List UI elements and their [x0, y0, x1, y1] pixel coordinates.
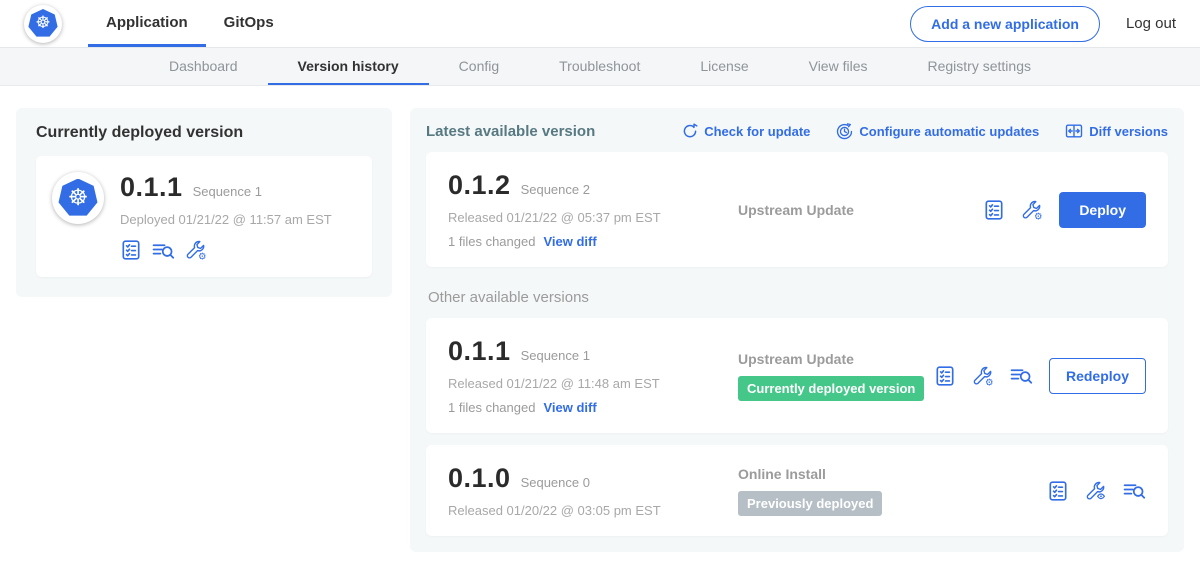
latest-available-heading: Latest available version [426, 123, 682, 140]
top-nav: ☸ Application GitOps Add a new applicati… [0, 0, 1200, 48]
tab-gitops[interactable]: GitOps [206, 0, 292, 47]
view-logs-icon[interactable] [1010, 365, 1033, 386]
deployed-version-card: ☸ 0.1.1 Sequence 1 Deployed 01/21/22 @ 1… [36, 156, 372, 277]
release-notes-icon[interactable] [1047, 480, 1069, 502]
edit-config-icon[interactable]: ⚙ [1021, 199, 1043, 221]
sequence-label: Sequence 2 [521, 182, 590, 197]
tab-dashboard[interactable]: Dashboard [139, 48, 268, 85]
edit-config-icon[interactable]: ⚙ [972, 365, 994, 387]
tab-version-history[interactable]: Version history [268, 48, 429, 85]
version-card-0-1-2: 0.1.2 Sequence 2 Released 01/21/22 @ 05:… [426, 152, 1168, 267]
previously-deployed-badge: Previously deployed [738, 491, 882, 516]
view-logs-icon[interactable] [152, 240, 175, 261]
refresh-icon [682, 123, 698, 139]
svg-text:⚙: ⚙ [1034, 211, 1043, 221]
version-source-label: Upstream Update [738, 202, 983, 218]
version-history-panel: Latest available version Check for updat… [410, 108, 1184, 552]
released-date: Released 01/21/22 @ 11:48 am EST [448, 376, 738, 391]
tab-troubleshoot[interactable]: Troubleshoot [529, 48, 670, 85]
check-for-update-link[interactable]: Check for update [682, 123, 810, 139]
app-logo: ☸ [24, 0, 62, 47]
released-date: Released 01/21/22 @ 05:37 pm EST [448, 210, 738, 225]
diff-icon [1065, 122, 1083, 140]
edit-config-icon[interactable]: ⚙ [185, 239, 207, 261]
tab-license[interactable]: License [670, 48, 778, 85]
header-right: Add a new application Log out [910, 0, 1176, 47]
svg-text:⚙: ⚙ [985, 377, 994, 387]
sequence-label: Sequence 1 [521, 348, 590, 363]
view-diff-link[interactable]: View diff [543, 400, 596, 415]
release-notes-icon[interactable] [120, 239, 142, 261]
deployed-version-number: 0.1.1 [120, 172, 183, 203]
app-sub-nav: Dashboard Version history Config Trouble… [0, 48, 1200, 86]
tab-application[interactable]: Application [88, 0, 206, 47]
diff-versions-link[interactable]: Diff versions [1065, 122, 1168, 140]
deploy-button[interactable]: Deploy [1059, 192, 1146, 228]
app-icon: ☸ [52, 172, 104, 224]
main-content: Currently deployed version ☸ 0.1.1 Seque… [0, 86, 1200, 564]
other-versions-heading: Other available versions [428, 289, 1168, 306]
tab-view-files[interactable]: View files [779, 48, 898, 85]
version-source-label: Upstream Update [738, 351, 934, 367]
sequence-label: Sequence 0 [521, 475, 590, 490]
deployed-date: Deployed 01/21/22 @ 11:57 am EST [120, 212, 332, 227]
released-date: Released 01/20/22 @ 03:05 pm EST [448, 503, 738, 518]
tab-registry-settings[interactable]: Registry settings [898, 48, 1061, 85]
release-notes-icon[interactable] [934, 365, 956, 387]
header-tabs: Application GitOps [88, 0, 292, 47]
files-changed-label: 1 files changed [448, 400, 535, 415]
logout-button[interactable]: Log out [1126, 15, 1176, 32]
release-notes-icon[interactable] [983, 199, 1005, 221]
currently-deployed-badge: Currently deployed version [738, 376, 924, 401]
version-number: 0.1.1 [448, 336, 511, 367]
version-card-0-1-1: 0.1.1 Sequence 1 Released 01/21/22 @ 11:… [426, 318, 1168, 433]
svg-text:⚙: ⚙ [198, 251, 207, 261]
schedule-update-icon [836, 123, 853, 140]
redeploy-button[interactable]: Redeploy [1049, 358, 1146, 394]
currently-deployed-panel: Currently deployed version ☸ 0.1.1 Seque… [16, 108, 392, 297]
files-changed-label: 1 files changed [448, 234, 535, 249]
configure-automatic-updates-link[interactable]: Configure automatic updates [836, 123, 1039, 140]
version-source-label: Online Install [738, 466, 1047, 482]
add-application-button[interactable]: Add a new application [910, 6, 1100, 42]
kubernetes-logo-icon: ☸ [24, 5, 62, 43]
version-number: 0.1.0 [448, 463, 511, 494]
deployed-sequence-label: Sequence 1 [193, 184, 262, 199]
deployed-panel-title: Currently deployed version [36, 124, 372, 142]
version-number: 0.1.2 [448, 170, 511, 201]
tab-config[interactable]: Config [429, 48, 529, 85]
view-logs-icon[interactable] [1123, 480, 1146, 501]
view-diff-link[interactable]: View diff [543, 234, 596, 249]
version-card-0-1-0: 0.1.0 Sequence 0 Released 01/20/22 @ 03:… [426, 445, 1168, 536]
view-config-icon[interactable] [1085, 480, 1107, 502]
